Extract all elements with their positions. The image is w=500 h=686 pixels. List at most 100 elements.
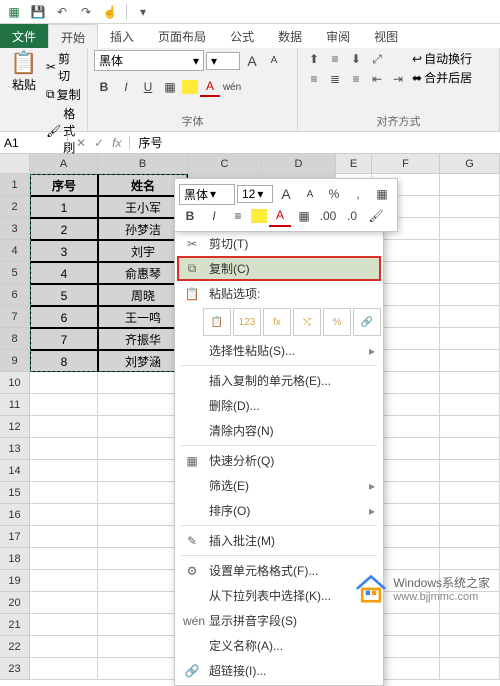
cell[interactable]: 1	[30, 196, 98, 218]
cell[interactable]	[440, 394, 500, 416]
row-header[interactable]: 12	[0, 416, 30, 438]
cell[interactable]	[30, 526, 98, 548]
row-header[interactable]: 13	[0, 438, 30, 460]
menu-insert-copied[interactable]: 插入复制的单元格(E)...	[177, 368, 381, 393]
cell[interactable]	[30, 614, 98, 636]
cell[interactable]	[440, 174, 500, 196]
col-header-e[interactable]: E	[336, 154, 372, 174]
cell[interactable]	[440, 658, 500, 680]
cell[interactable]	[440, 350, 500, 372]
cell[interactable]	[440, 196, 500, 218]
row-header[interactable]: 8	[0, 328, 30, 350]
merge-center-button[interactable]: ⬌合并后居	[412, 69, 472, 86]
font-name-select[interactable]: 黑体▾	[94, 50, 204, 71]
formula-input[interactable]: 序号	[130, 132, 170, 153]
align-left-icon[interactable]: ≡	[304, 70, 324, 88]
cell[interactable]	[440, 328, 500, 350]
mini-painter-icon[interactable]: 🖌	[365, 205, 387, 227]
tab-insert[interactable]: 插入	[98, 24, 146, 48]
cell[interactable]	[440, 284, 500, 306]
row-header[interactable]: 11	[0, 394, 30, 416]
row-header[interactable]: 14	[0, 460, 30, 482]
wrap-text-button[interactable]: ↩自动换行	[412, 50, 472, 67]
menu-define-name[interactable]: 定义名称(A)...	[177, 633, 381, 658]
tab-file[interactable]: 文件	[0, 24, 48, 48]
cell[interactable]: 6	[30, 306, 98, 328]
cell[interactable]: 3	[30, 240, 98, 262]
col-header-c[interactable]: C	[188, 154, 262, 174]
undo-icon[interactable]: ↶	[52, 2, 72, 22]
tab-formulas[interactable]: 公式	[218, 24, 266, 48]
cell[interactable]: 2	[30, 218, 98, 240]
mini-italic-button[interactable]: I	[203, 205, 225, 227]
menu-copy[interactable]: ⧉复制(C)	[177, 256, 381, 281]
cell[interactable]	[30, 636, 98, 658]
row-header[interactable]: 16	[0, 504, 30, 526]
mini-percent-icon[interactable]: %	[323, 183, 345, 205]
font-color-button[interactable]: A	[200, 77, 220, 97]
mini-decimal-dec-icon[interactable]: .0	[341, 205, 363, 227]
cell[interactable]	[440, 240, 500, 262]
mini-align-icon[interactable]: ≡	[227, 205, 249, 227]
menu-format-cells[interactable]: ⚙设置单元格格式(F)...	[177, 558, 381, 583]
col-header-d[interactable]: D	[262, 154, 336, 174]
italic-button[interactable]: I	[116, 77, 136, 97]
mini-comma-icon[interactable]: ,	[347, 183, 369, 205]
mini-merge-icon[interactable]: ▦	[371, 183, 393, 205]
cancel-icon[interactable]: ✕	[76, 136, 86, 150]
cell[interactable]: 4	[30, 262, 98, 284]
menu-dropdown-select[interactable]: 从下拉列表中选择(K)...	[177, 583, 381, 608]
border-button[interactable]: ▦	[160, 77, 180, 97]
fill-color-button[interactable]	[182, 80, 198, 94]
row-header[interactable]: 3	[0, 218, 30, 240]
col-header-f[interactable]: F	[372, 154, 440, 174]
row-header[interactable]: 1	[0, 174, 30, 196]
cell[interactable]	[440, 262, 500, 284]
font-size-select[interactable]: ▾	[206, 52, 240, 70]
col-header-a[interactable]: A	[30, 154, 98, 174]
cell[interactable]	[440, 416, 500, 438]
cell[interactable]	[440, 636, 500, 658]
cell[interactable]	[30, 416, 98, 438]
copy-button[interactable]: ⧉复制	[46, 86, 81, 103]
mini-grow-font-icon[interactable]: A	[275, 183, 297, 205]
row-header[interactable]: 18	[0, 548, 30, 570]
tab-view[interactable]: 视图	[362, 24, 410, 48]
row-header[interactable]: 15	[0, 482, 30, 504]
cell[interactable]	[440, 526, 500, 548]
cell[interactable]	[30, 482, 98, 504]
tab-home[interactable]: 开始	[48, 24, 98, 48]
cell[interactable]: 7	[30, 328, 98, 350]
touch-icon[interactable]: ☝	[100, 2, 120, 22]
col-header-b[interactable]: B	[98, 154, 188, 174]
cell[interactable]	[30, 504, 98, 526]
row-header[interactable]: 4	[0, 240, 30, 262]
cut-button[interactable]: ✂剪切	[46, 50, 81, 84]
cell[interactable]	[30, 658, 98, 680]
cell[interactable]	[440, 372, 500, 394]
row-header[interactable]: 9	[0, 350, 30, 372]
menu-sort[interactable]: 排序(O)▸	[177, 498, 381, 523]
mini-fill-icon[interactable]	[251, 209, 267, 223]
bold-button[interactable]: B	[94, 77, 114, 97]
cell[interactable]	[30, 372, 98, 394]
menu-hyperlink[interactable]: 🔗超链接(I)...	[177, 658, 381, 683]
row-header[interactable]: 23	[0, 658, 30, 680]
row-header[interactable]: 19	[0, 570, 30, 592]
cell[interactable]: 8	[30, 350, 98, 372]
mini-decimal-inc-icon[interactable]: .00	[317, 205, 339, 227]
menu-delete[interactable]: 删除(D)...	[177, 393, 381, 418]
grow-font-icon[interactable]: A	[242, 51, 262, 71]
align-bottom-icon[interactable]: ⬇	[346, 50, 366, 68]
row-header[interactable]: 10	[0, 372, 30, 394]
cell[interactable]	[440, 548, 500, 570]
paste-opt-formulas[interactable]: fx	[263, 308, 291, 336]
menu-quick-analysis[interactable]: ▦快速分析(Q)	[177, 448, 381, 473]
menu-filter[interactable]: 筛选(E)▸	[177, 473, 381, 498]
tab-layout[interactable]: 页面布局	[146, 24, 218, 48]
indent-decrease-icon[interactable]: ⇤	[367, 70, 387, 88]
mini-border-icon[interactable]: ▦	[293, 205, 315, 227]
menu-cut[interactable]: ✂剪切(T)	[177, 231, 381, 256]
col-header-g[interactable]: G	[440, 154, 500, 174]
cell[interactable]	[30, 460, 98, 482]
